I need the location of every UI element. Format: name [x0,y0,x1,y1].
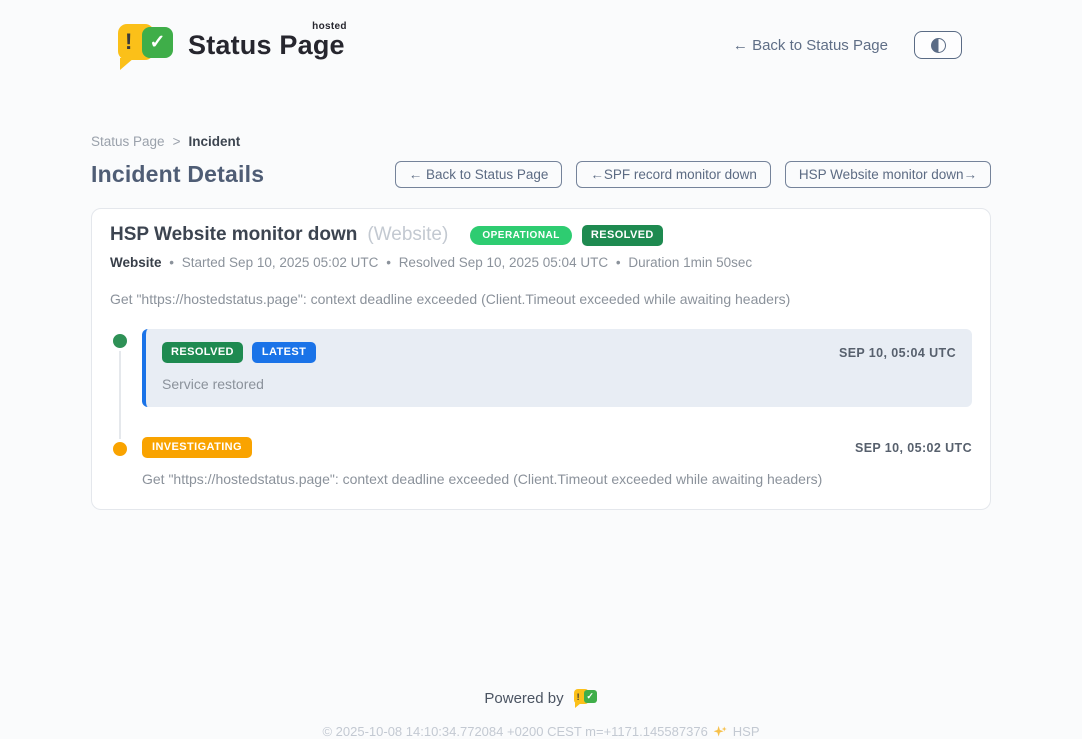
meta-separator: • [386,255,391,270]
page-title: Incident Details [91,161,264,188]
powered-by-label: Powered by [484,690,563,707]
resolved-badge: RESOLVED [162,342,243,363]
breadcrumb-status-page[interactable]: Status Page [91,134,165,149]
meta-component: Website [110,255,162,270]
contrast-icon [931,38,946,53]
timeline-message: Get "https://hostedstatus.page": context… [142,471,972,487]
timeline-dot-green-icon [110,331,130,351]
timeline-timestamp: SEP 10, 05:04 UTC [839,346,956,360]
timeline-badge-row: INVESTIGATING SEP 10, 05:02 UTC [142,437,972,458]
exclamation-glyph: ! [125,29,132,55]
breadcrumb-separator: > [173,134,181,149]
incident-nav-buttons: ← Back to Status Page ←SPF record monito… [395,161,991,188]
back-to-status-page-link[interactable]: ← Back to Status Page [733,37,888,54]
timeline-dot-orange-icon [110,439,130,459]
incident-card: HSP Website monitor down (Website) OPERA… [91,208,991,510]
footer-logo-icon: ! ✓ [574,688,598,708]
meta-separator: • [616,255,621,270]
timeline-entry-latest: RESOLVED LATEST SEP 10, 05:04 UTC Servic… [142,329,972,407]
meta-started: Started Sep 10, 2025 05:02 UTC [182,255,379,270]
header: ! ✓ Status Page hosted ← Back to Status … [0,0,1082,76]
incident-timeline: RESOLVED LATEST SEP 10, 05:04 UTC Servic… [110,329,972,487]
nav-back-to-status-page-button[interactable]: ← Back to Status Page [395,161,563,188]
incident-title-row: HSP Website monitor down (Website) OPERA… [110,224,972,246]
nav-prev-incident-button[interactable]: ←SPF record monitor down [576,161,771,188]
latest-badge: LATEST [252,342,316,363]
theme-toggle-button[interactable] [914,31,962,59]
timeline-item-resolved: RESOLVED LATEST SEP 10, 05:04 UTC Servic… [110,329,972,407]
timeline-badge-row: RESOLVED LATEST SEP 10, 05:04 UTC [162,342,956,363]
resolved-state-badge: RESOLVED [582,225,663,246]
breadcrumb-incident: Incident [188,134,240,149]
timeline-message: Service restored [162,376,956,392]
brand-title: Status Page hosted [188,30,345,61]
incident-meta: Website • Started Sep 10, 2025 05:02 UTC… [110,255,972,270]
footer: Powered by ! ✓ © 2025-10-08 14:10:34.772… [91,688,991,739]
nav-next-incident-button[interactable]: HSP Website monitor down→ [785,161,991,188]
check-square-icon: ✓ [142,27,173,58]
title-row: Incident Details ← Back to Status Page ←… [91,161,991,188]
incident-component: (Website) [367,224,448,246]
app-logo: ! ✓ Status Page hosted [118,22,345,68]
brand-superscript: hosted [312,21,347,32]
investigating-badge: INVESTIGATING [142,437,252,458]
meta-duration: Duration 1min 50sec [628,255,752,270]
timeline-entry-investigating: INVESTIGATING SEP 10, 05:02 UTC Get "htt… [142,437,972,487]
main-content: Status Page > Incident Incident Details … [91,76,991,739]
check-glyph: ✓ [150,31,166,54]
meta-resolved: Resolved Sep 10, 2025 05:04 UTC [399,255,608,270]
operational-status-badge: OPERATIONAL [470,226,572,245]
timeline-item-investigating: INVESTIGATING SEP 10, 05:02 UTC Get "htt… [110,437,972,487]
incident-description: Get "https://hostedstatus.page": context… [110,291,972,307]
powered-by-row: Powered by ! ✓ [91,688,991,708]
timeline-timestamp: SEP 10, 05:02 UTC [855,441,972,455]
header-actions: ← Back to Status Page [733,31,962,59]
breadcrumb: Status Page > Incident [91,134,991,149]
footer-check-icon: ✓ [584,690,597,703]
incident-title: HSP Website monitor down [110,224,357,246]
status-page-logo-icon: ! ✓ [118,22,176,68]
meta-separator: • [169,255,174,270]
